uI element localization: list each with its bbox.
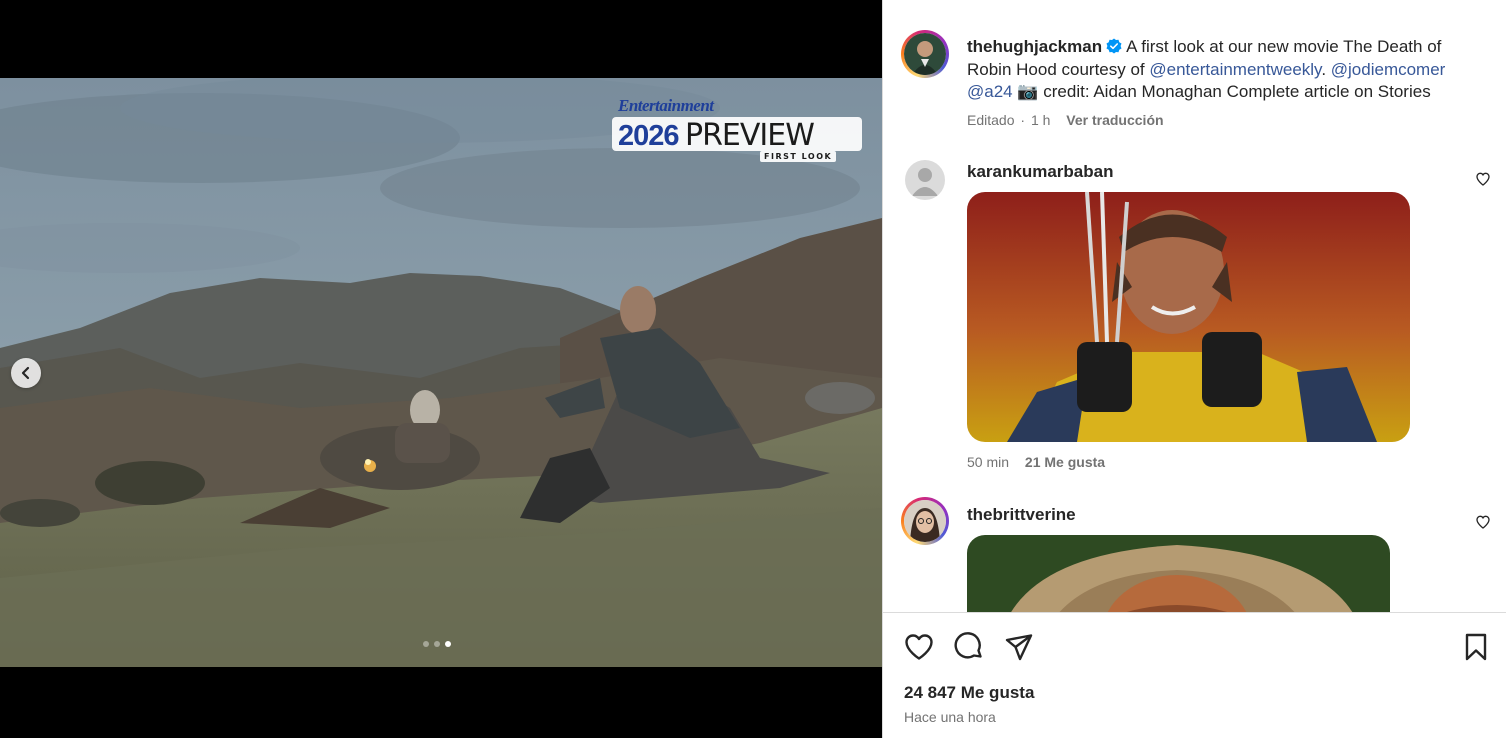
carousel-indicator bbox=[423, 641, 451, 647]
comments-scroll-area[interactable]: thehughjackman A first look at our new m… bbox=[883, 0, 1506, 612]
post-like-count[interactable]: 24 847 Me gusta bbox=[904, 683, 1034, 703]
commenter-avatar[interactable] bbox=[901, 497, 949, 545]
post-actions: 24 847 Me gusta Hace una hora bbox=[883, 612, 1506, 738]
bookmark-icon[interactable] bbox=[1460, 631, 1492, 663]
post-time: 1 h bbox=[1030, 112, 1051, 128]
carousel-dot-active bbox=[445, 641, 451, 647]
post-photo bbox=[0, 78, 882, 667]
comment-gif-image[interactable] bbox=[967, 192, 1410, 442]
commenter-username[interactable]: karankumarbaban bbox=[967, 162, 1113, 182]
badge-brand: Entertainment bbox=[618, 96, 714, 115]
mention-link[interactable]: @entertainmentweekly bbox=[1149, 60, 1321, 79]
post-sidebar: thehughjackman A first look at our new m… bbox=[882, 0, 1506, 738]
heart-icon[interactable] bbox=[903, 631, 935, 663]
commenter-avatar[interactable] bbox=[905, 160, 945, 200]
caption-separator: . bbox=[1321, 59, 1331, 79]
camera-emoji: 📷 bbox=[1017, 82, 1039, 101]
post-timestamp: Hace una hora bbox=[904, 709, 996, 725]
edited-label: Editado bbox=[967, 112, 1015, 128]
comment-time: 50 min bbox=[967, 454, 1010, 470]
verified-icon bbox=[1106, 38, 1122, 54]
carousel-prev-button[interactable] bbox=[11, 358, 41, 388]
caption-credit: credit: Aidan Monaghan Complete article … bbox=[1038, 82, 1431, 101]
comment-likes[interactable]: 21 Me gusta bbox=[1025, 454, 1105, 470]
comment-meta: 50 min 21 Me gusta bbox=[967, 454, 1105, 470]
entertainment-preview-badge: Entertainment 2026 PREVIEW FIRST LOOK bbox=[612, 93, 868, 163]
translate-link[interactable]: Ver traducción bbox=[1066, 112, 1163, 128]
badge-year: 2026 bbox=[618, 120, 680, 152]
chevron-left-icon bbox=[21, 366, 30, 380]
share-icon[interactable] bbox=[1003, 631, 1035, 663]
badge-word: PREVIEW bbox=[685, 118, 815, 153]
mention-link[interactable]: @a24 bbox=[967, 82, 1013, 101]
comment-like-icon[interactable] bbox=[1475, 171, 1491, 187]
post-media: Entertainment 2026 PREVIEW FIRST LOOK bbox=[0, 0, 882, 738]
author-avatar[interactable] bbox=[901, 30, 949, 78]
caption-meta: Editado · 1 h Ver traducción bbox=[967, 112, 1164, 128]
author-username[interactable]: thehughjackman bbox=[967, 37, 1102, 56]
carousel-dot bbox=[423, 641, 429, 647]
meta-separator: · bbox=[1020, 112, 1026, 128]
commenter-username[interactable]: thebrittverine bbox=[967, 505, 1076, 525]
mention-link[interactable]: @jodiemcomer bbox=[1331, 60, 1446, 79]
comment-like-icon[interactable] bbox=[1475, 514, 1491, 530]
badge-sub: FIRST LOOK bbox=[760, 151, 837, 162]
post-caption: thehughjackman A first look at our new m… bbox=[967, 36, 1487, 104]
comment-gif-image[interactable] bbox=[967, 535, 1390, 612]
comment-icon[interactable] bbox=[953, 631, 985, 663]
carousel-dot bbox=[434, 641, 440, 647]
